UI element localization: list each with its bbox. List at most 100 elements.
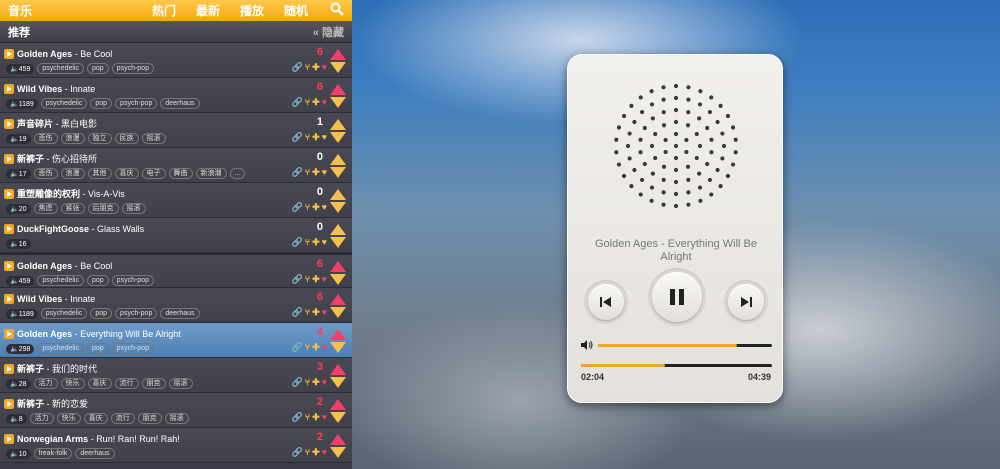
- tag-chip[interactable]: 摇滚: [164, 413, 189, 424]
- nav-latest[interactable]: 最新: [186, 2, 230, 19]
- tag-chip[interactable]: pop: [90, 308, 113, 319]
- track-row[interactable]: 声音碎片 - 黑白电影 🔈19 悲伤 浪漫 独立 民族 摇滚 1 🔗 ⑂ ✚ ♥: [0, 113, 352, 148]
- brand-label[interactable]: 音乐: [0, 2, 142, 19]
- link-icon[interactable]: 🔗: [291, 97, 302, 108]
- share-icon[interactable]: ⑂: [305, 97, 310, 108]
- tag-chip[interactable]: psych-pop: [115, 98, 158, 109]
- tag-chip[interactable]: psych-pop: [111, 343, 154, 354]
- play-icon[interactable]: [4, 118, 14, 129]
- tag-chip[interactable]: psychedelic: [40, 98, 88, 109]
- tag-chip[interactable]: 朋克: [137, 413, 162, 424]
- add-icon[interactable]: ✚: [312, 447, 320, 458]
- tag-chip[interactable]: 摇滚: [141, 133, 166, 144]
- tag-chip[interactable]: deerhaus: [75, 448, 115, 459]
- upvote-icon[interactable]: [330, 261, 346, 272]
- play-icon[interactable]: [4, 293, 14, 304]
- add-icon[interactable]: ✚: [312, 412, 320, 423]
- track-row[interactable]: Wild Vibes - Innate 🔈1189 psychedelic pop…: [0, 78, 352, 113]
- tag-chip[interactable]: psychedelic: [37, 63, 84, 74]
- link-icon[interactable]: 🔗: [291, 202, 302, 213]
- tag-chip[interactable]: 新浪潮: [195, 168, 227, 179]
- track-title[interactable]: Golden Ages - Be Cool: [17, 49, 112, 59]
- track-row[interactable]: Wild Vibes - Innate 🔈1189 psychedelic pop…: [0, 288, 352, 323]
- tag-chip[interactable]: 快乐: [60, 378, 85, 389]
- tag-chip[interactable]: 流行: [114, 378, 139, 389]
- play-icon[interactable]: [4, 328, 14, 339]
- track-title[interactable]: 重塑雕像的权利 - Vis-A-Vis: [17, 187, 125, 200]
- link-icon[interactable]: 🔗: [291, 62, 302, 73]
- add-icon[interactable]: ✚: [312, 274, 320, 285]
- add-icon[interactable]: ✚: [312, 62, 320, 73]
- upvote-icon[interactable]: [330, 434, 346, 445]
- tag-chip[interactable]: 喜庆: [114, 168, 139, 179]
- share-icon[interactable]: ⑂: [305, 167, 310, 178]
- add-icon[interactable]: ✚: [312, 307, 320, 318]
- track-title[interactable]: 新裤子 - 新的恋爱: [17, 397, 88, 410]
- tag-chip[interactable]: 紧张: [60, 203, 85, 214]
- share-icon[interactable]: ⑂: [305, 132, 310, 143]
- tag-chip[interactable]: pop: [86, 343, 109, 354]
- upvote-icon[interactable]: [330, 224, 346, 235]
- downvote-icon[interactable]: [330, 62, 346, 73]
- upvote-icon[interactable]: [330, 364, 346, 375]
- downvote-icon[interactable]: [330, 307, 346, 318]
- tag-chip[interactable]: 后朋克: [87, 203, 119, 214]
- track-row[interactable]: 重塑雕像的权利 - Vis-A-Vis 🔈20 焦虑 紧张 后朋克 摇滚 0 🔗 ⑂ …: [0, 183, 352, 218]
- track-title[interactable]: Norwegian Arms - Run! Ran! Run! Rah!: [17, 434, 180, 444]
- tag-chip[interactable]: psychedelic: [37, 275, 84, 286]
- link-icon[interactable]: 🔗: [291, 274, 302, 285]
- play-icon[interactable]: [4, 363, 14, 374]
- heart-icon[interactable]: ♥: [322, 97, 327, 108]
- track-row[interactable]: Norwegian Arms - Run! Ran! Run! Rah! 🔈10…: [0, 428, 352, 463]
- tag-chip[interactable]: 浪漫: [60, 168, 85, 179]
- downvote-icon[interactable]: [330, 167, 346, 178]
- nav-random[interactable]: 随机: [274, 2, 318, 19]
- tag-chip[interactable]: deerhaus: [160, 308, 200, 319]
- link-icon[interactable]: 🔗: [291, 167, 302, 178]
- play-icon[interactable]: [4, 223, 14, 234]
- upvote-icon[interactable]: [330, 119, 346, 130]
- previous-button[interactable]: [588, 284, 624, 320]
- downvote-icon[interactable]: [330, 202, 346, 213]
- heart-icon[interactable]: ♥: [322, 167, 327, 178]
- tag-chip[interactable]: 电子: [141, 168, 166, 179]
- share-icon[interactable]: ⑂: [305, 274, 310, 285]
- heart-icon[interactable]: ♥: [322, 307, 327, 318]
- link-icon[interactable]: 🔗: [291, 132, 302, 143]
- downvote-icon[interactable]: [330, 412, 346, 423]
- track-title[interactable]: 新裤子 - 伤心招待所: [17, 152, 97, 165]
- track-row[interactable]: 新裤子 - 新的恋爱 🔈8 活力 快乐 喜庆 流行 朋克 摇滚 2 🔗 ⑂ ✚ ♥: [0, 393, 352, 428]
- share-icon[interactable]: ⑂: [305, 377, 310, 388]
- tag-chip[interactable]: 活力: [29, 413, 54, 424]
- heart-icon[interactable]: ♥: [322, 377, 327, 388]
- tag-chip[interactable]: psych-pop: [115, 308, 158, 319]
- downvote-icon[interactable]: [330, 377, 346, 388]
- tag-chip[interactable]: 浪漫: [60, 133, 85, 144]
- tag-chip[interactable]: 其他: [87, 168, 112, 179]
- tag-chip[interactable]: pop: [90, 98, 113, 109]
- track-row[interactable]: 新裤子 - 伤心招待所 🔈17 悲伤 浪漫 其他 喜庆 电子 舞曲 新浪潮... 0 🔗 ⑂…: [0, 148, 352, 183]
- downvote-icon[interactable]: [330, 97, 346, 108]
- track-title[interactable]: Golden Ages - Be Cool: [17, 261, 112, 271]
- next-button[interactable]: [728, 284, 764, 320]
- add-icon[interactable]: ✚: [312, 237, 320, 248]
- pause-button[interactable]: [652, 272, 702, 322]
- tag-chip[interactable]: 活力: [33, 378, 58, 389]
- tag-chip[interactable]: 流行: [110, 413, 135, 424]
- nav-playing[interactable]: 播放: [230, 2, 274, 19]
- play-icon[interactable]: [4, 153, 14, 164]
- tag-chip[interactable]: pop: [86, 275, 109, 286]
- downvote-icon[interactable]: [330, 274, 346, 285]
- link-icon[interactable]: 🔗: [291, 412, 302, 423]
- track-row[interactable]: Golden Ages - Be Cool 🔈459 psychedelic po…: [0, 43, 352, 78]
- track-row[interactable]: Golden Ages - Be Cool 🔈459 psychedelic po…: [0, 253, 352, 288]
- tag-chip[interactable]: 快乐: [56, 413, 81, 424]
- share-icon[interactable]: ⑂: [305, 307, 310, 318]
- track-title[interactable]: Golden Ages - Everything Will Be Alright: [17, 329, 181, 339]
- track-title[interactable]: DuckFightGoose - Glass Walls: [17, 224, 144, 234]
- heart-icon[interactable]: ♥: [322, 342, 327, 353]
- add-icon[interactable]: ✚: [312, 377, 320, 388]
- heart-icon[interactable]: ♥: [322, 237, 327, 248]
- tag-chip[interactable]: 摇滚: [168, 378, 193, 389]
- track-title[interactable]: Wild Vibes - Innate: [17, 294, 95, 304]
